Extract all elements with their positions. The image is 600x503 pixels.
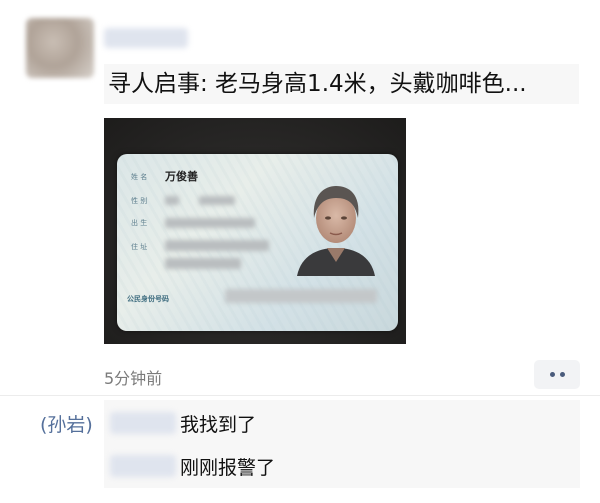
commenter-name-blurred[interactable]: [110, 412, 176, 434]
more-dots-icon: [559, 372, 565, 377]
comment-side-tag: (孙岩): [40, 414, 93, 436]
comments-section: 我找到了 刚刚报警了: [104, 400, 580, 488]
post-photo[interactable]: 姓 名 万俊善 性 别 出 生 住 址 公民身份号码: [104, 118, 406, 344]
id-number-label: 公民身份号码: [127, 295, 169, 303]
poster-name-blurred[interactable]: [104, 28, 188, 48]
comment-text: 刚刚报警了: [180, 457, 276, 479]
id-name-value: 万俊善: [165, 170, 198, 183]
post-timestamp: 5分钟前: [104, 369, 163, 388]
id-address-blurred-2: [165, 258, 241, 269]
portrait-image: [297, 186, 375, 276]
post-text: 寻人启事: 老马身高1.4米，头戴咖啡色...: [104, 64, 579, 104]
id-gender-label: 性 别: [131, 197, 148, 205]
id-address-blurred-1: [165, 240, 269, 251]
id-birth-label: 出 生: [131, 219, 148, 227]
id-card: 姓 名 万俊善 性 别 出 生 住 址 公民身份号码: [117, 154, 398, 331]
id-number-blurred: [225, 289, 377, 303]
comment-text: 我找到了: [180, 414, 257, 436]
id-ethnicity-blurred: [199, 196, 235, 205]
id-birth-blurred: [165, 218, 255, 228]
id-portrait: [293, 178, 379, 276]
commenter-name-blurred[interactable]: [110, 455, 176, 477]
divider: [0, 395, 600, 396]
more-button[interactable]: [534, 360, 580, 389]
id-gender-blurred: [165, 196, 179, 205]
poster-avatar[interactable]: [26, 18, 94, 78]
id-name-label: 姓 名: [131, 173, 148, 181]
more-dots-icon: [549, 372, 555, 377]
id-address-label: 住 址: [131, 243, 148, 251]
